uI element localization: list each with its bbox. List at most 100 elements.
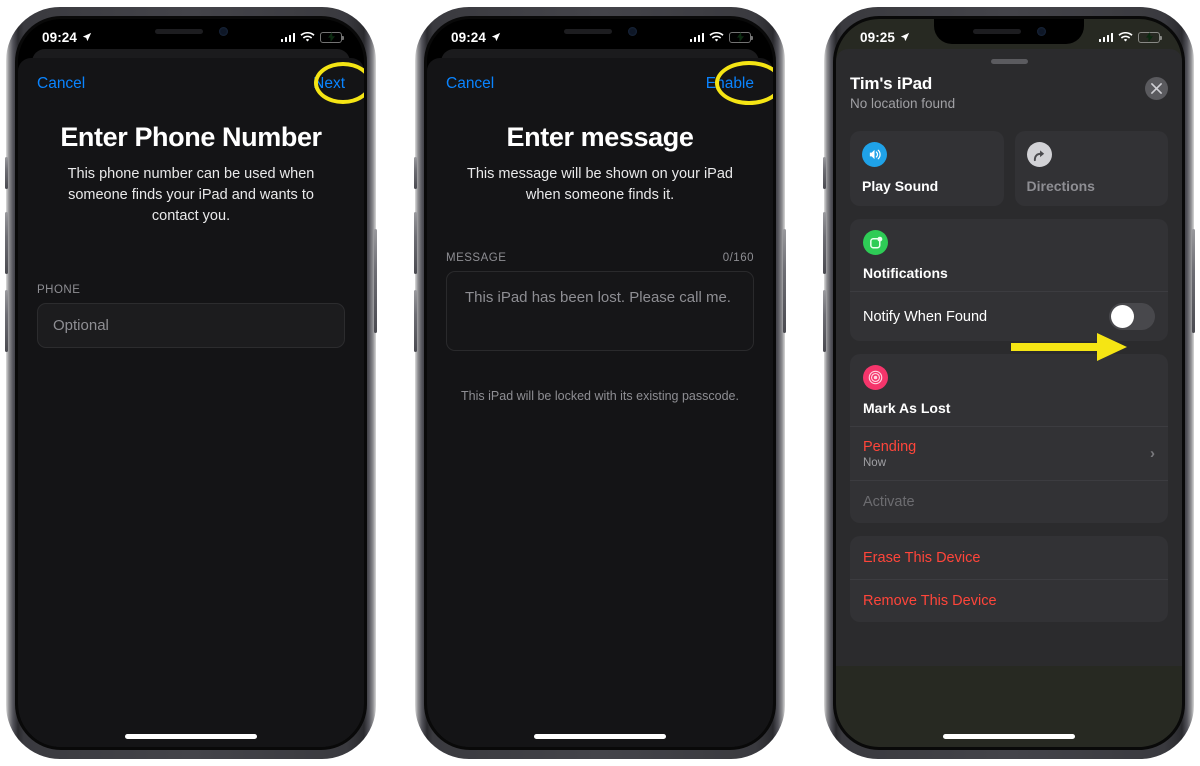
page-title: Enter message [506, 122, 694, 152]
device-location-status: No location found [850, 96, 956, 111]
mark-as-lost-group: Mark As Lost Pending Now › Activate [850, 354, 1168, 523]
activate-label: Activate [863, 494, 915, 510]
erase-this-device-row[interactable]: Erase This Device [850, 536, 1168, 579]
earpiece-speaker [972, 29, 1021, 34]
screen-2: 09:24 Cancel Enable Enter message This m… [427, 19, 773, 747]
battery-charging-icon [1138, 31, 1162, 43]
status-time: 09:24 [451, 29, 487, 45]
mute-switch[interactable] [823, 157, 826, 189]
earpiece-speaker [563, 29, 612, 34]
erase-this-device-label: Erase This Device [863, 549, 981, 566]
home-indicator[interactable] [125, 734, 257, 739]
front-camera-icon [218, 27, 228, 36]
cellular-bars-icon [280, 32, 295, 42]
message-textarea[interactable]: This iPad has been lost. Please call me. [446, 271, 754, 351]
iphone-frame-1: 09:24 Cancel Next Enter Phone Number Thi… [5, 7, 377, 759]
notch [934, 19, 1084, 44]
location-arrow-icon [491, 32, 501, 42]
power-button[interactable] [783, 229, 786, 333]
notifications-title: Notifications [863, 265, 948, 281]
notify-when-found-toggle[interactable] [1109, 303, 1155, 330]
status-time: 09:25 [860, 29, 896, 45]
three-iphone-screenshot-row: 09:24 Cancel Next Enter Phone Number Thi… [0, 0, 1200, 766]
notifications-group: Notifications Notify When Found [850, 219, 1168, 341]
cancel-button[interactable]: Cancel [37, 75, 85, 93]
destructive-actions-group: Erase This Device Remove This Device [850, 536, 1168, 622]
iphone-frame-3: 09:25 Tim's iPad No location found Play … [823, 7, 1195, 759]
device-name: Tim's iPad [850, 74, 933, 93]
sheet-nav-bar-2: Cancel Enable [446, 61, 773, 106]
remove-this-device-label: Remove This Device [863, 593, 997, 609]
wifi-icon [300, 31, 315, 41]
device-header: Tim's iPad No location found [850, 74, 1168, 111]
front-camera-icon [627, 27, 637, 36]
notify-when-found-row[interactable]: Notify When Found [850, 291, 1168, 341]
find-my-device-card: Tim's iPad No location found Play Sound … [836, 49, 1182, 666]
volume-up-button[interactable] [5, 212, 8, 274]
page-subtitle: This phone number can be used when someo… [67, 166, 315, 224]
directions-action: Directions [1014, 131, 1168, 206]
speaker-wave-icon [862, 142, 887, 167]
mute-switch[interactable] [414, 157, 417, 189]
lost-mode-status: Pending [863, 439, 917, 455]
cellular-bars-icon [689, 32, 704, 42]
quick-actions-row: Play Sound Directions [850, 131, 1168, 206]
home-indicator[interactable] [534, 734, 666, 739]
volume-down-button[interactable] [5, 290, 8, 352]
play-sound-action[interactable]: Play Sound [850, 131, 1004, 206]
page-title: Enter Phone Number [60, 122, 322, 152]
activate-row: Activate [850, 480, 1168, 523]
notifications-header: Notifications [850, 219, 1168, 291]
volume-up-button[interactable] [414, 212, 417, 274]
battery-charging-icon [320, 31, 344, 43]
page-subtitle: This message will be shown on your iPad … [467, 166, 733, 203]
sheet-nav-bar-1: Cancel Next [37, 62, 364, 106]
screen-3: 09:25 Tim's iPad No location found Play … [836, 19, 1182, 747]
enter-message-sheet: Cancel Enable Enter message This message… [427, 58, 773, 747]
battery-charging-icon [729, 31, 753, 43]
notifications-app-icon [863, 230, 888, 255]
mute-switch[interactable] [5, 157, 8, 189]
sheet-grabber-handle[interactable] [990, 59, 1028, 64]
mark-as-lost-title: Mark As Lost [863, 400, 951, 416]
power-button[interactable] [1192, 229, 1195, 333]
screen-1: 09:24 Cancel Next Enter Phone Number Thi… [18, 19, 364, 747]
enter-phone-number-sheet: Cancel Next Enter Phone Number This phon… [18, 58, 364, 747]
location-arrow-icon [900, 32, 910, 42]
home-indicator[interactable] [943, 734, 1075, 739]
passcode-footnote: This iPad will be locked with its existi… [461, 389, 739, 403]
iphone-frame-2: 09:24 Cancel Enable Enter message This m… [414, 7, 786, 759]
location-arrow-icon [82, 32, 92, 42]
wifi-icon [1118, 31, 1133, 41]
remove-this-device-row[interactable]: Remove This Device [850, 579, 1168, 622]
directions-arrow-icon [1026, 142, 1052, 167]
character-counter: 0/160 [722, 252, 754, 264]
phone-field-label: PHONE [37, 284, 81, 296]
close-circle-icon[interactable] [1145, 77, 1168, 100]
wifi-icon [709, 31, 724, 41]
volume-up-button[interactable] [823, 212, 826, 274]
next-button[interactable]: Next [313, 75, 345, 93]
power-button[interactable] [374, 229, 377, 333]
notify-when-found-label: Notify When Found [863, 308, 988, 325]
front-camera-icon [1036, 27, 1046, 36]
lost-mode-status-row[interactable]: Pending Now › [850, 426, 1168, 480]
directions-label: Directions [1026, 178, 1095, 194]
lost-mode-time: Now [863, 457, 887, 469]
cellular-bars-icon [1098, 32, 1113, 42]
notch [525, 19, 675, 44]
volume-down-button[interactable] [414, 290, 417, 352]
cancel-button[interactable]: Cancel [446, 75, 494, 93]
chevron-right-icon: › [1150, 445, 1155, 462]
message-field-label: MESSAGE [446, 252, 507, 264]
phone-input[interactable]: Optional [37, 303, 345, 348]
toggle-knob [1111, 305, 1134, 328]
notch [116, 19, 266, 44]
play-sound-label: Play Sound [862, 178, 939, 194]
earpiece-speaker [154, 29, 203, 34]
status-time: 09:24 [42, 29, 78, 45]
volume-down-button[interactable] [823, 290, 826, 352]
mark-as-lost-header: Mark As Lost [850, 354, 1168, 426]
findmy-target-icon [863, 365, 888, 390]
enable-button[interactable]: Enable [706, 75, 754, 93]
